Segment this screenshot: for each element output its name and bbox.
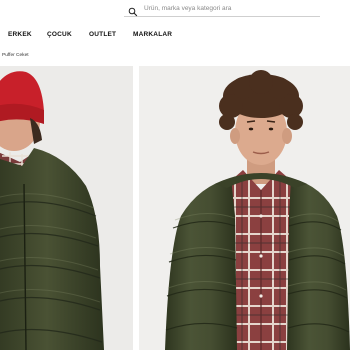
breadcrumb: Puffer Ceket [2,53,29,58]
product-image-left[interactable] [0,66,133,350]
search-icon[interactable] [128,4,138,16]
search-input[interactable] [144,5,320,12]
main-nav: ERKEK ÇOCUK OUTLET MARKALAR [0,31,350,43]
nav-item-erkek[interactable]: ERKEK [8,31,32,38]
breadcrumb-current: Puffer Ceket [2,53,29,58]
product-image-right[interactable] [139,66,350,350]
nav-item-markalar[interactable]: MARKALAR [133,31,172,38]
nav-item-outlet[interactable]: OUTLET [89,31,116,38]
search-bar[interactable] [124,1,320,17]
nav-item-cocuk[interactable]: ÇOCUK [47,31,72,38]
